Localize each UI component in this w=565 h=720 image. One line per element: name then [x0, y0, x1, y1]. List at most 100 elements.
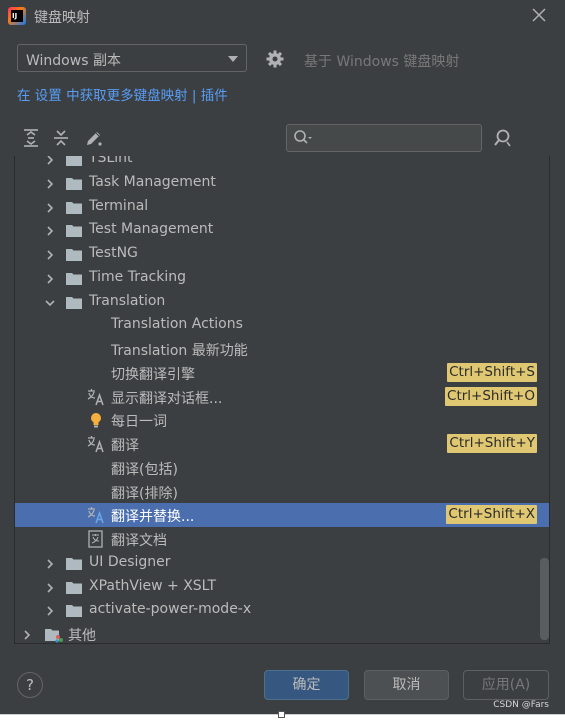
tree-row-action[interactable]: 翻译并替换... Ctrl+Shift+X	[15, 503, 549, 528]
shortcut-badge: Ctrl+Shift+O	[445, 386, 537, 406]
tree-row-action[interactable]: 显示翻译对话框... Ctrl+Shift+O	[15, 385, 549, 409]
tree-row-group[interactable]: Test Management	[15, 218, 549, 242]
tree-row-action[interactable]: Translation Actions	[15, 313, 549, 337]
chevron-glyph	[24, 630, 31, 640]
tree-row-label: TSLint	[89, 156, 133, 166]
tree-row-label: Test Management	[89, 221, 214, 238]
keymap-action-tree[interactable]: TSLint Task Management Terminal Test Manage…	[14, 156, 550, 644]
shortcut-badge: Ctrl+Shift+Y	[447, 434, 537, 453]
window-bottom-edge	[0, 711, 565, 720]
tree-row-action[interactable]: 翻译(排除)	[15, 480, 549, 504]
folder-icon	[66, 247, 82, 261]
tree-row-group[interactable]: TSLint	[15, 156, 549, 171]
folder-glyph	[66, 557, 82, 570]
tree-row-label: 翻译并替换...	[111, 509, 195, 526]
expand-all-icon	[24, 129, 38, 147]
chevron-glyph	[47, 156, 54, 165]
folder-glyph	[66, 249, 82, 261]
apply-button[interactable]: 应用(A)	[463, 670, 549, 700]
folder-icon	[66, 223, 82, 238]
tree-row-action[interactable]: 切换翻译引擎 Ctrl+Shift+S	[15, 361, 549, 385]
tree-row-group[interactable]: Terminal	[15, 195, 549, 219]
close-button[interactable]	[529, 5, 549, 25]
tree-row-action[interactable]: 翻译文档	[15, 527, 549, 551]
folder-icon	[66, 271, 82, 285]
chevron-right-icon[interactable]	[45, 202, 55, 213]
lightbulb-icon	[87, 411, 105, 429]
chevron-right-icon[interactable]	[45, 225, 55, 236]
tree-row-label: 其他	[68, 628, 96, 644]
tree-row-label: 翻译	[111, 438, 139, 454]
tree-row-group[interactable]: activate-power-mode-x	[15, 598, 549, 622]
chevron-right-icon[interactable]	[45, 582, 55, 593]
plugins-link[interactable]: 插件	[201, 88, 228, 104]
tree-row-group[interactable]: 其他	[15, 622, 549, 644]
folder-glyph	[66, 225, 82, 238]
chevron-right-icon[interactable]	[45, 558, 55, 569]
folder-icon	[66, 580, 82, 594]
chevron-right-icon[interactable]	[45, 273, 55, 284]
dialog-title: 键盘映射	[34, 10, 90, 26]
search-field[interactable]	[286, 124, 482, 152]
tree-row-label: 翻译(排除)	[111, 485, 178, 502]
chevron-right-icon[interactable]	[45, 156, 55, 165]
tree-row-label: Translation 最新功能	[111, 343, 248, 359]
find-by-shortcut-button[interactable]	[492, 128, 514, 148]
icon-glyph	[91, 413, 101, 428]
chevron-glyph	[47, 202, 54, 213]
tree-row-label: Translation Actions	[111, 316, 243, 333]
chevron-glyph	[47, 582, 54, 593]
chevron-glyph	[47, 179, 54, 189]
tree-row-group[interactable]: Translation	[15, 290, 549, 314]
edit-shortcut-button[interactable]	[84, 128, 102, 148]
keymap-selected-value: Windows 副本	[26, 53, 121, 69]
folder-icon	[66, 603, 82, 618]
folder-glyph	[66, 177, 82, 190]
settings-keymaps-link[interactable]: 在 设置 中获取更多键盘映射	[17, 88, 188, 104]
tree-row-label: 翻译文档	[111, 533, 167, 549]
help-button[interactable]: ?	[17, 672, 43, 698]
tree-row-label: 每日一词	[111, 414, 167, 431]
tree-row-action[interactable]: 每日一词	[15, 408, 549, 432]
tree-scrollbar-thumb[interactable]	[540, 558, 549, 640]
tree-row-action[interactable]: 翻译(包括)	[15, 456, 549, 480]
keymap-settings-button[interactable]	[265, 49, 285, 69]
folder-icon	[66, 200, 82, 214]
close-icon	[532, 8, 546, 22]
chevron-right-icon[interactable]	[45, 605, 55, 616]
collapse-all-button[interactable]	[52, 128, 70, 148]
shortcut-badge: Ctrl+Shift+S	[447, 362, 537, 382]
cancel-button[interactable]: 取消	[364, 670, 449, 700]
chevron-glyph	[47, 559, 54, 569]
chevron-down-icon[interactable]	[45, 297, 55, 307]
tree-row-label: Translation	[89, 292, 166, 309]
collapse-all-icon	[54, 130, 68, 146]
link-separator: |	[187, 88, 201, 104]
keymap-dropdown[interactable]: Windows 副本	[17, 44, 247, 72]
search-input[interactable]	[315, 128, 475, 148]
ok-button[interactable]: 确定	[264, 670, 349, 700]
tree-row-group[interactable]: Time Tracking	[15, 266, 549, 290]
tree-row-label: 显示翻译对话框...	[111, 390, 223, 407]
folder-icon	[66, 156, 82, 166]
folder-glyph	[66, 296, 82, 309]
folder-glyph	[66, 272, 82, 285]
chevron-right-icon[interactable]	[45, 178, 55, 189]
resize-handle[interactable]	[278, 711, 285, 718]
tree-row-action[interactable]: 翻译 Ctrl+Shift+Y	[15, 432, 549, 456]
search-icon	[294, 130, 312, 144]
icon-glyph	[88, 530, 103, 548]
tree-row-group[interactable]: TestNG	[15, 242, 549, 266]
expand-all-button[interactable]	[22, 128, 40, 148]
tree-row-action[interactable]: Translation 最新功能	[15, 337, 549, 361]
tree-row-group[interactable]: UI Designer	[15, 551, 549, 575]
tree-row-group[interactable]: XPathView + XSLT	[15, 575, 549, 599]
tree-row-group[interactable]: Task Management	[15, 171, 549, 195]
folder-glyph	[66, 201, 82, 214]
tree-row-label: activate-power-mode-x	[89, 601, 252, 618]
chevron-right-icon[interactable]	[22, 629, 32, 640]
folder-glyph	[66, 581, 82, 594]
tree-row-label: Terminal	[89, 197, 149, 214]
chevron-right-icon[interactable]	[45, 249, 55, 260]
folder-icon	[66, 176, 82, 190]
